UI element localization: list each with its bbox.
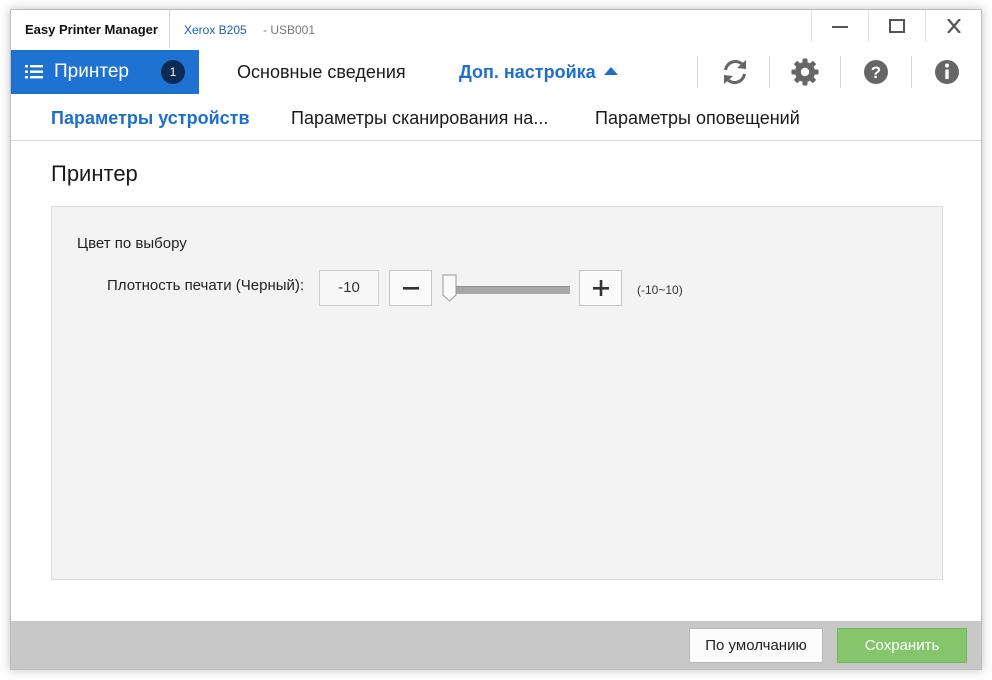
maximize-button[interactable]	[868, 10, 924, 42]
printer-count-badge: 1	[161, 60, 185, 84]
toolbar-divider	[697, 56, 698, 88]
caret-up-icon	[603, 67, 618, 75]
close-icon	[947, 19, 961, 33]
settings-panel: Цвет по выбору Плотность печати (Черный)…	[51, 206, 943, 580]
help-icon: ?	[864, 60, 888, 84]
page-title: Принтер	[51, 161, 138, 186]
tab-device-params[interactable]: Параметры устройств	[51, 108, 250, 129]
top-nav: Принтер 1 Основные сведения Доп. настрой…	[11, 50, 981, 94]
range-hint: (-10~10)	[637, 283, 683, 297]
app-window: Easy Printer Manager Xerox B205 - USB001…	[10, 9, 982, 670]
save-button[interactable]: Сохранить	[837, 628, 967, 663]
app-title: Easy Printer Manager	[25, 22, 158, 37]
device-port: - USB001	[263, 23, 316, 37]
title-divider	[169, 10, 170, 48]
info-button[interactable]	[931, 56, 963, 88]
refresh-button[interactable]	[719, 56, 751, 88]
svg-text:?: ?	[871, 63, 881, 82]
refresh-icon	[724, 60, 746, 84]
tab-alert-params[interactable]: Параметры оповещений	[595, 108, 800, 129]
tab-scan-params[interactable]: Параметры сканирования на...	[291, 108, 548, 129]
help-button[interactable]: ?	[860, 56, 892, 88]
footer-bar: По умолчанию Сохранить	[11, 621, 981, 669]
tab-advanced-settings[interactable]: Доп. настройка	[459, 62, 618, 83]
close-button[interactable]	[925, 10, 981, 42]
minus-icon	[403, 287, 419, 290]
minimize-button[interactable]	[811, 10, 867, 42]
tab-basic-info[interactable]: Основные сведения	[237, 62, 406, 83]
gear-icon	[791, 58, 819, 86]
sub-tabs: Параметры устройств Параметры сканирован…	[11, 94, 981, 141]
toolbar-divider	[911, 56, 912, 88]
settings-button[interactable]	[789, 56, 821, 88]
minimize-icon	[832, 26, 848, 28]
device-name[interactable]: Xerox B205	[184, 23, 247, 37]
tab-advanced-label: Доп. настройка	[459, 62, 596, 82]
group-label: Цвет по выбору	[77, 235, 187, 252]
density-value-field[interactable]: -10	[319, 270, 379, 306]
reset-defaults-button[interactable]: По умолчанию	[689, 628, 823, 663]
maximize-icon	[889, 19, 905, 33]
list-icon	[25, 65, 43, 79]
title-bar: Easy Printer Manager Xerox B205 - USB001	[11, 10, 981, 48]
density-slider-track[interactable]	[450, 286, 570, 294]
density-label: Плотность печати (Черный):	[107, 277, 305, 294]
printer-menu-button[interactable]: Принтер 1	[11, 50, 199, 94]
increase-button[interactable]	[579, 270, 622, 306]
toolbar-divider	[840, 56, 841, 88]
decrease-button[interactable]	[389, 270, 432, 306]
toolbar-divider	[769, 56, 770, 88]
density-slider-thumb[interactable]	[442, 274, 457, 302]
plus-icon	[593, 280, 609, 296]
info-icon	[935, 60, 959, 84]
printer-menu-label: Принтер	[54, 61, 129, 82]
